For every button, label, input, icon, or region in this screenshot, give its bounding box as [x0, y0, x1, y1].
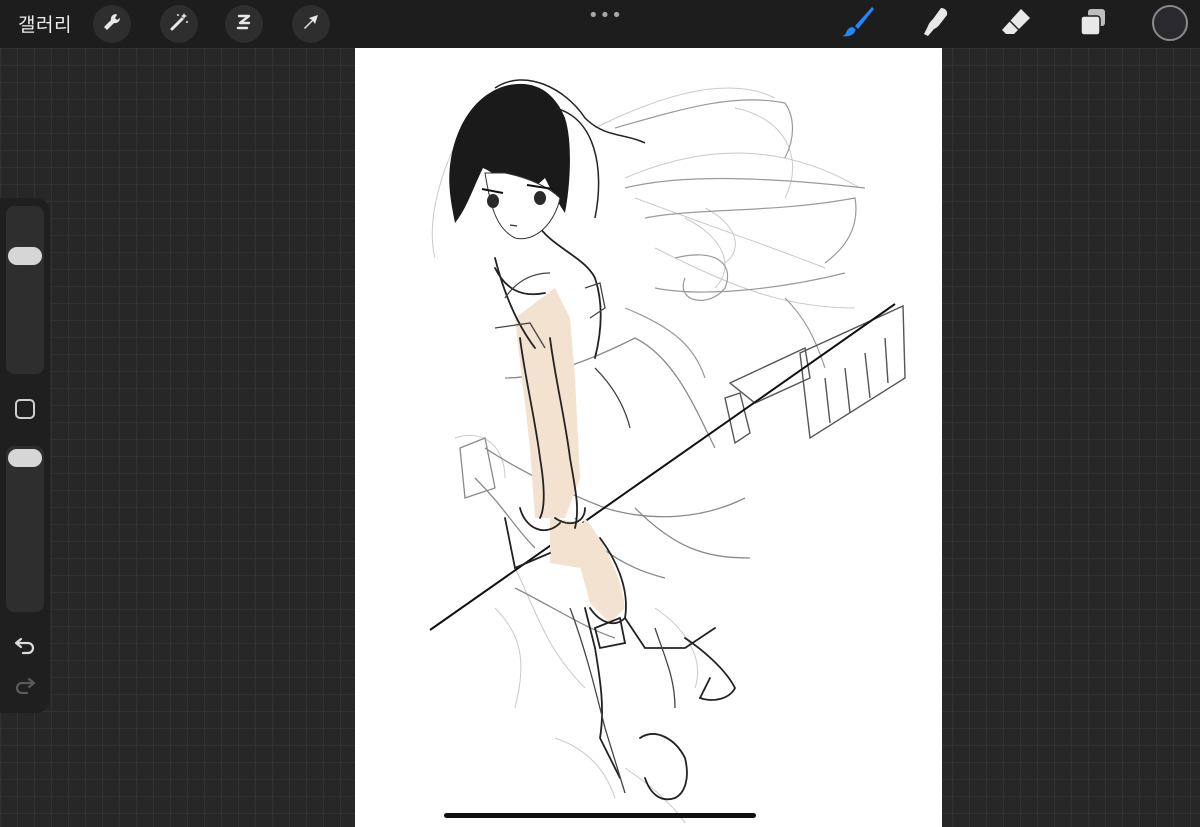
redo-button[interactable]	[12, 674, 38, 700]
size-slider-track[interactable]	[6, 206, 44, 374]
magic-wand-icon	[168, 11, 190, 37]
home-indicator	[444, 813, 756, 818]
eraser-icon	[999, 5, 1033, 43]
undo-button[interactable]	[12, 634, 38, 660]
selection-s-icon	[233, 11, 255, 37]
undo-icon	[13, 635, 37, 659]
layers-icon	[1077, 6, 1109, 42]
sketch-artwork	[429, 79, 906, 824]
smudge-tool-button[interactable]	[916, 4, 956, 44]
color-picker-button[interactable]	[1152, 5, 1188, 41]
smudge-icon	[919, 5, 953, 43]
opacity-slider-thumb[interactable]	[8, 449, 42, 467]
layers-button[interactable]	[1073, 4, 1113, 44]
arrow-cursor-icon	[300, 11, 322, 37]
transform-button[interactable]	[292, 5, 330, 43]
more-options-button[interactable]: •••	[588, 5, 623, 26]
eraser-tool-button[interactable]	[996, 4, 1036, 44]
brush-tool-button[interactable]	[838, 4, 878, 44]
redo-icon	[13, 675, 37, 699]
wrench-icon	[101, 11, 123, 37]
top-toolbar: 갤러리 •••	[0, 0, 1200, 48]
drawing-canvas[interactable]	[355, 48, 942, 827]
left-sidebar	[0, 198, 50, 713]
opacity-slider-track[interactable]	[6, 446, 44, 612]
selection-button[interactable]	[225, 5, 263, 43]
adjustments-button[interactable]	[160, 5, 198, 43]
brush-icon	[840, 4, 876, 44]
brush-size-slider-thumb[interactable]	[8, 247, 42, 265]
actions-button[interactable]	[93, 5, 131, 43]
modify-button[interactable]	[15, 399, 35, 419]
gallery-button[interactable]: 갤러리	[18, 10, 72, 37]
